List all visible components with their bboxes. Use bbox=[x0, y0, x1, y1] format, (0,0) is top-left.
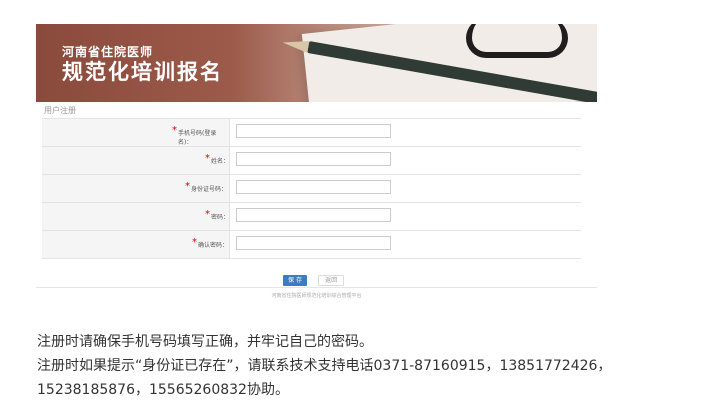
required-mark: * bbox=[205, 209, 210, 220]
banner: 河南省住院医师 规范化培训报名 bbox=[36, 24, 597, 102]
phone-input[interactable] bbox=[236, 124, 391, 138]
section-title: 用户注册 bbox=[44, 106, 76, 115]
required-mark: * bbox=[205, 153, 210, 164]
form-buttons: 保 存 返回 bbox=[283, 267, 350, 286]
id-number-label: 身份证号码： bbox=[191, 186, 228, 193]
form-row-confirm-password: * 确认密码： bbox=[42, 231, 581, 259]
name-input[interactable] bbox=[236, 152, 391, 166]
form-row-name: * 姓名： bbox=[42, 147, 581, 175]
name-label: 姓名： bbox=[211, 158, 230, 165]
save-button[interactable]: 保 存 bbox=[283, 275, 307, 286]
form-row-phone: * 手机号码(登录名)： bbox=[42, 119, 581, 147]
divider bbox=[36, 287, 597, 288]
confirm-password-input[interactable] bbox=[236, 236, 391, 250]
form-row-id: * 身份证号码： bbox=[42, 175, 581, 203]
password-input[interactable] bbox=[236, 208, 391, 222]
note-line: 注册时如果提示“身份证已存在”，请联系技术支持电话0371-87160915，1… bbox=[37, 358, 612, 374]
required-mark: * bbox=[192, 237, 197, 248]
note-line: 注册时请确保手机号码填写正确，并牢记自己的密码。 bbox=[37, 334, 373, 350]
back-button[interactable]: 返回 bbox=[318, 275, 345, 286]
glasses-image bbox=[466, 24, 568, 58]
phone-label: 手机号码(登录名)： bbox=[178, 130, 217, 146]
note-line: 15238185876，15565260832协助。 bbox=[37, 382, 289, 398]
registration-form: * 手机号码(登录名)： * 姓名： * 身份证号码： * 密码： * 确认密码… bbox=[42, 118, 581, 259]
registration-screenshot: 河南省住院医师 规范化培训报名 用户注册 * 手机号码(登录名)： * 姓名： … bbox=[36, 24, 597, 303]
footer-text: 河南省住院医师规范化培训综合管理平台 bbox=[271, 293, 362, 299]
confirm-password-label: 确认密码： bbox=[198, 242, 229, 249]
instructions: 注册时请确保手机号码填写正确，并牢记自己的密码。 注册时如果提示“身份证已存在”… bbox=[37, 330, 707, 402]
required-mark: * bbox=[172, 125, 177, 136]
password-label: 密码： bbox=[211, 214, 230, 221]
banner-title: 规范化培训报名 bbox=[62, 60, 223, 84]
form-row-password: * 密码： bbox=[42, 203, 581, 231]
id-number-input[interactable] bbox=[236, 180, 391, 194]
required-mark: * bbox=[185, 181, 190, 192]
